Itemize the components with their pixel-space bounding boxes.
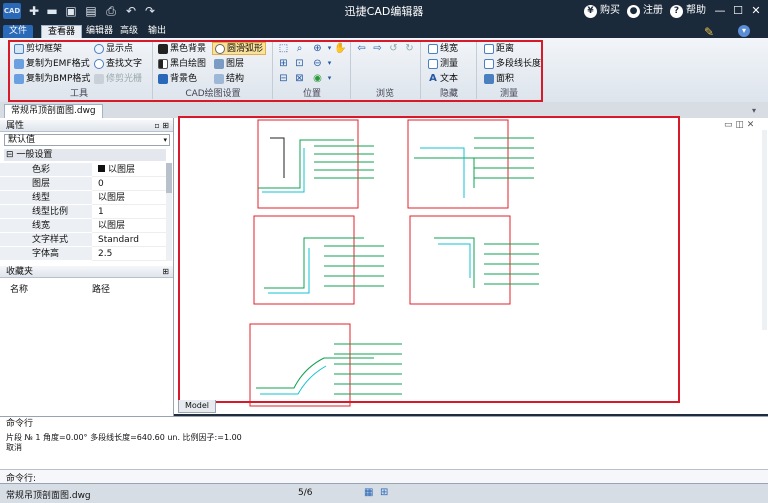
help-label: 帮助 <box>686 5 706 16</box>
help-icon: ? <box>670 4 683 18</box>
color-swatch-icon <box>98 165 105 172</box>
tab-output[interactable]: 输出 <box>142 25 172 38</box>
undo-icon[interactable]: ↶ <box>124 4 138 18</box>
close-button[interactable]: ✕ <box>750 5 762 17</box>
ribbon-tabs: 文件 查看器 编辑器 高级 输出 ✎ ▾ <box>0 24 768 39</box>
property-key: 线型比例 <box>0 205 92 219</box>
redo-icon[interactable]: ↷ <box>143 4 157 18</box>
canvas-scrollbar[interactable] <box>762 130 767 330</box>
property-key: 线宽 <box>0 219 92 233</box>
pin-icon[interactable]: ▫ ⊞ <box>154 120 169 132</box>
chevron-down-icon: ▾ <box>163 136 167 144</box>
favorites-col-path: 路径 <box>92 285 111 295</box>
ribbon-highlight-box <box>8 40 543 102</box>
property-row[interactable]: 字体高 2.5 <box>0 247 166 261</box>
title-bar: CAD ✚ ▬ ▣ ▤ ⎙ ↶ ↷ 迅捷CAD编辑器 ¥ 购买 ● 注册 ? 帮助 —… <box>0 0 768 24</box>
grid-toggle-icon[interactable]: ⊞ <box>380 487 388 498</box>
properties-dropdown-value: 默认值 <box>8 135 36 145</box>
property-key: 字体高 <box>0 247 92 261</box>
property-value: Standard <box>92 233 166 247</box>
command-header: 命令行 <box>6 419 34 429</box>
command-output-line: 取消 <box>6 443 22 452</box>
canvas-highlight-box <box>178 116 680 403</box>
properties-dropdown[interactable]: 默认值 ▾ <box>4 134 170 146</box>
status-file: 常规吊顶剖面图.dwg <box>6 491 91 501</box>
help-link[interactable]: ? 帮助 <box>670 4 706 18</box>
favorites-title: 收藏夹 <box>6 267 34 277</box>
pin-icon[interactable]: ⊞ <box>162 266 169 278</box>
property-key: 图层 <box>0 177 92 191</box>
favorites-col-name: 名称 <box>10 285 29 295</box>
new-file-icon[interactable]: ✚ <box>27 4 41 18</box>
property-row[interactable]: 图层 0 <box>0 177 166 191</box>
property-value: 2.5 <box>92 247 166 261</box>
left-panel: 属性 ▫ ⊞ 默认值 ▾ ⊟ 一般设置 色彩 以图层 图层 0 线型 以图层 线型比例 1 … <box>0 118 174 416</box>
model-tab[interactable]: Model <box>178 400 217 413</box>
favorites-header: 收藏夹 ⊞ <box>0 266 173 278</box>
property-value: 以图层 <box>92 163 166 177</box>
section-general-label: 一般设置 <box>16 150 53 160</box>
snap-toggle-icon[interactable]: ▦ <box>364 487 373 498</box>
command-input[interactable]: 命令行: <box>0 469 768 484</box>
property-row[interactable]: 文字样式 Standard <box>0 233 166 247</box>
tab-viewer[interactable]: 查看器 <box>41 25 83 38</box>
minimize-button[interactable]: — <box>714 5 726 17</box>
command-output-line: 片段 № 1 角度=0.00° 多段线长度=640.60 un. 比例因子:=1… <box>6 433 242 442</box>
tab-advanced[interactable]: 高级 <box>114 25 144 38</box>
property-value: 0 <box>92 177 166 191</box>
options-icon[interactable]: ▾ <box>738 25 750 37</box>
document-tab[interactable]: 常规吊顶剖面图.dwg <box>4 104 103 118</box>
status-page: 5/6 <box>298 488 313 498</box>
open-folder-icon[interactable]: ▬ <box>45 4 59 18</box>
app-logo: CAD <box>3 3 21 19</box>
print-icon[interactable]: ⎙ <box>104 4 118 18</box>
property-key: 线型 <box>0 191 92 205</box>
register-label: 注册 <box>643 5 663 16</box>
property-value: 以图层 <box>92 191 166 205</box>
save-as-icon[interactable]: ▤ <box>84 4 98 18</box>
properties-title: 属性 <box>6 121 25 131</box>
property-key: 文字样式 <box>0 233 92 247</box>
property-value: 以图层 <box>92 219 166 233</box>
properties-scrollbar[interactable] <box>166 163 172 261</box>
property-row[interactable]: 线型 以图层 <box>0 191 166 205</box>
status-bar: 常规吊顶剖面图.dwg 5/6 ▦ ⊞ <box>0 483 768 503</box>
tab-list-dropdown-icon[interactable]: ▾ <box>748 104 760 116</box>
buy-label: 购买 <box>600 5 620 16</box>
property-key: 色彩 <box>0 163 92 177</box>
property-row[interactable]: 线型比例 1 <box>0 205 166 219</box>
collapse-icon: ⊟ <box>6 150 17 160</box>
viewport-controls-icon[interactable]: ▭ ◫ ✕ <box>724 120 754 130</box>
maximize-button[interactable]: ☐ <box>732 5 744 17</box>
tab-file[interactable]: 文件 <box>3 25 34 38</box>
register-link[interactable]: ● 注册 <box>627 4 663 18</box>
style-icon[interactable]: ✎ <box>702 25 716 39</box>
scrollbar-thumb[interactable] <box>166 163 172 193</box>
property-row[interactable]: 线宽 以图层 <box>0 219 166 233</box>
properties-header: 属性 ▫ ⊞ <box>0 120 173 132</box>
buy-link[interactable]: ¥ 购买 <box>584 4 620 18</box>
property-row[interactable]: 色彩 以图层 <box>0 163 166 177</box>
property-value-text: 以图层 <box>108 165 136 175</box>
section-general[interactable]: ⊟ 一般设置 <box>4 149 166 161</box>
save-icon[interactable]: ▣ <box>64 4 78 18</box>
cart-icon: ¥ <box>584 4 597 18</box>
user-icon: ● <box>627 4 640 18</box>
property-value: 1 <box>92 205 166 219</box>
